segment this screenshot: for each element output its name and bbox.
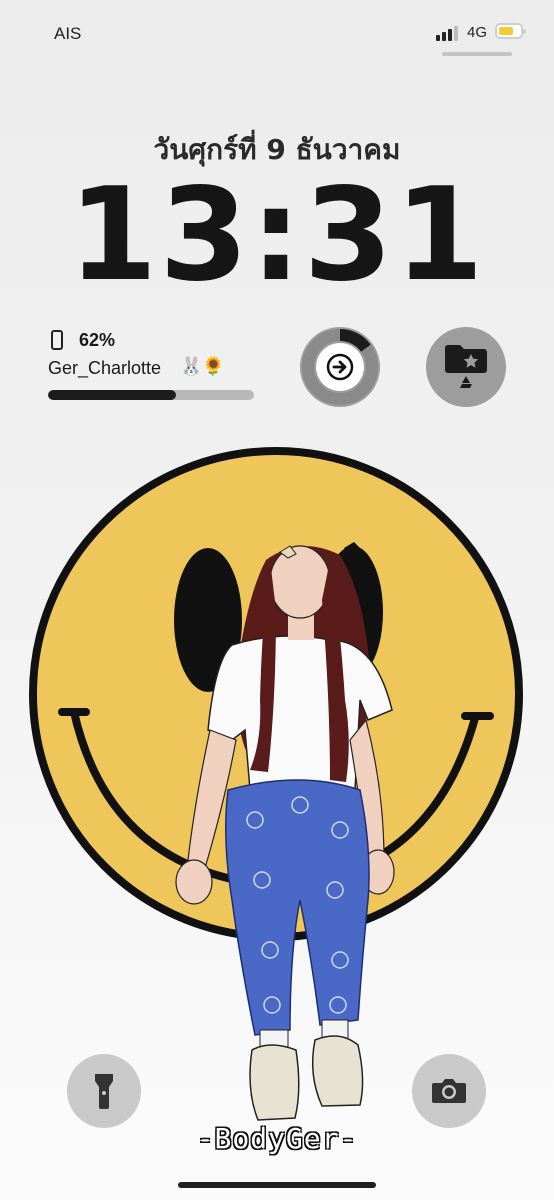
lock-screen-clock[interactable]: 13:31 <box>0 172 554 300</box>
device-emoji: 🐰🌻 <box>180 356 225 376</box>
camera-button[interactable] <box>412 1054 486 1128</box>
battery-icon <box>495 23 526 39</box>
signal-bars-icon <box>436 26 458 41</box>
flashlight-button[interactable] <box>67 1054 141 1128</box>
google-drive-icon <box>460 376 472 388</box>
shortcut-widget[interactable] <box>300 327 380 407</box>
battery-percent: 62% <box>79 330 116 350</box>
wallpaper-signature: -BodyGer- <box>196 1122 358 1155</box>
network-type-label: 4G <box>467 24 488 41</box>
folder-star-icon <box>445 345 487 388</box>
shortcut-button[interactable] <box>316 343 364 391</box>
home-indicator[interactable] <box>178 1182 376 1188</box>
iphone-icon <box>51 330 63 350</box>
battery-level-bar <box>48 390 254 400</box>
wallpaper-illustration <box>29 447 523 1121</box>
carrier-label: AIS <box>54 24 82 43</box>
files-widget[interactable] <box>426 327 506 407</box>
control-center-indicator[interactable] <box>442 52 512 56</box>
camera-icon <box>432 1079 466 1103</box>
flashlight-icon <box>95 1074 113 1109</box>
arrow-right-icon <box>326 353 354 381</box>
device-name: Ger_Charlotte <box>48 358 162 378</box>
battery-level-fill <box>48 390 176 400</box>
